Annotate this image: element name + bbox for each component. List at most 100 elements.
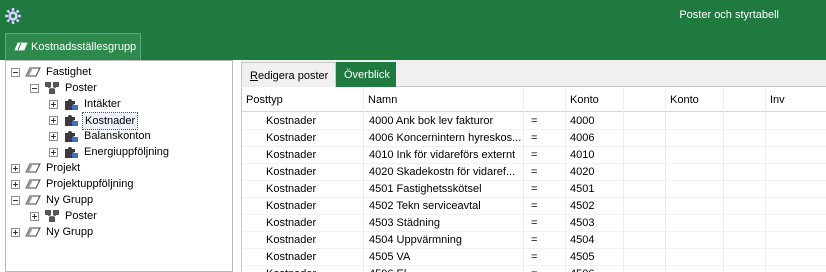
konto-cell: 4504 [570, 234, 595, 246]
operator-cell: = [531, 183, 538, 195]
expand-icon[interactable] [11, 228, 20, 237]
operator-cell: = [531, 217, 538, 229]
table-row[interactable]: Kostnader 4506 El = 4506 [242, 266, 826, 272]
table-row[interactable]: Kostnader 4020 Skadekostn för vidaref... =… [242, 164, 826, 181]
namn-cell: 4506 El [369, 266, 521, 272]
column-header[interactable] [724, 88, 766, 112]
collapse-icon[interactable] [11, 68, 20, 77]
posttyp-cell: Kostnader [266, 132, 317, 144]
eraser-icon [25, 179, 41, 189]
tree-node[interactable]: Poster [6, 208, 232, 224]
tab-redigera-poster[interactable]: Redigera poster [241, 62, 336, 87]
tree-node-label: Poster [65, 210, 97, 222]
collapse-icon[interactable] [30, 84, 39, 93]
operator-cell: = [531, 115, 538, 127]
expand-icon[interactable] [49, 116, 58, 125]
tab-bar: Redigera poster Överblick [241, 60, 826, 87]
expand-icon[interactable] [49, 100, 58, 109]
tree-node-label: Poster [65, 82, 97, 94]
expand-icon[interactable] [49, 132, 58, 141]
namn-cell: 4503 Städning [369, 217, 440, 229]
column-header[interactable]: Posttyp [242, 88, 364, 112]
tree-node[interactable]: Ny Grupp [6, 224, 232, 240]
operator-cell: = [531, 266, 561, 272]
table-row[interactable]: Kostnader 4503 Städning = 4503 [242, 215, 826, 232]
window-title: Poster och styrtabell [679, 9, 779, 21]
tree-node-label: Energiuppföljning [84, 146, 170, 158]
tree-node[interactable]: Balanskonton [6, 128, 232, 144]
tree-node-label: Projektuppföljning [46, 178, 134, 190]
posttyp-cell: Kostnader [266, 200, 317, 212]
posttyp-cell: Kostnader [266, 217, 317, 229]
operator-cell: = [531, 200, 538, 212]
puzzle-icon [65, 99, 78, 110]
tree-node[interactable]: Energiuppföljning [6, 144, 232, 160]
expand-icon[interactable] [11, 180, 20, 189]
tree-node[interactable]: Kostnader [6, 112, 232, 130]
group-tree[interactable]: Fastighet Poster Intäkter Kostnader Balansko… [5, 60, 233, 272]
posttyp-cell: Kostnader [266, 166, 317, 178]
operator-cell: = [531, 149, 538, 161]
konto-cell: 4000 [570, 115, 595, 127]
table-row[interactable]: Kostnader 4501 Fastighetsskötsel = 4501 [242, 181, 826, 198]
gear-icon[interactable] [4, 7, 22, 25]
column-header[interactable]: Konto [666, 88, 724, 112]
table-row[interactable]: Kostnader 4006 Koncernintern hyreskos... =… [242, 130, 826, 147]
posttyp-cell: Kostnader [266, 234, 317, 246]
posttyp-cell: Kostnader [266, 115, 317, 127]
konto-cell: 4505 [570, 251, 595, 263]
collapse-icon[interactable] [11, 196, 20, 205]
expand-icon[interactable] [30, 212, 39, 221]
tree-node[interactable]: Ny Grupp [6, 192, 232, 208]
ribbon-tab-kostnadsstallesgrupp[interactable]: Kostnadsställesgrupp [5, 33, 141, 60]
tab-redigera-poster-hotkey: R [250, 70, 258, 82]
tab-overblick[interactable]: Överblick [336, 62, 396, 87]
konto-cell: 4506 [570, 266, 622, 272]
network-icon [45, 82, 59, 94]
posttyp-cell: Kostnader [266, 251, 317, 263]
tree-node-label: Intäkter [84, 98, 121, 110]
table-row[interactable]: Kostnader 4502 Tekn serviceavtal = 4502 [242, 198, 826, 215]
eraser-icon [14, 42, 28, 51]
column-header[interactable]: Namn [364, 88, 524, 112]
tree-node-label: Projekt [46, 162, 81, 174]
column-header[interactable]: Konto [566, 88, 624, 112]
namn-cell: 4504 Uppvärmning [369, 234, 462, 246]
column-header[interactable] [624, 88, 666, 112]
operator-cell: = [531, 251, 538, 263]
column-header[interactable]: Inv [766, 88, 826, 112]
expand-icon[interactable] [49, 148, 58, 157]
tree-node[interactable]: Poster [6, 80, 232, 96]
tab-redigera-poster-label: edigera poster [257, 70, 329, 82]
table-row[interactable]: Kostnader 4010 Ink för vidareförs externt… [242, 147, 826, 164]
table-row[interactable]: Kostnader 4000 Ank bok lev fakturor = 4000 [242, 113, 826, 130]
table-row[interactable]: Kostnader 4505 VA = 4505 [242, 249, 826, 266]
posttyp-cell: Kostnader [266, 266, 362, 272]
eraser-icon [25, 67, 41, 77]
namn-cell: 4505 VA [369, 251, 411, 263]
tree-node-label: Fastighet [46, 66, 92, 78]
table-header: Posttyp Namn Konto Konto Inv [242, 88, 826, 112]
namn-cell: 4000 Ank bok lev fakturor [369, 115, 494, 127]
tree-node[interactable]: Fastighet [6, 64, 232, 80]
namn-cell: 4010 Ink för vidareförs externt [369, 149, 516, 161]
tree-node[interactable]: Projekt [6, 160, 232, 176]
namn-cell: 4501 Fastighetsskötsel [369, 183, 482, 195]
column-header[interactable] [524, 88, 566, 112]
eraser-icon [25, 195, 41, 205]
overview-table[interactable]: Posttyp Namn Konto Konto Inv Kostnader 4000 A… [241, 88, 826, 272]
operator-cell: = [531, 234, 538, 246]
tree-node-label: Ny Grupp [46, 194, 94, 206]
konto-cell: 4503 [570, 217, 595, 229]
table-row[interactable]: Kostnader 4504 Uppvärmning = 4504 [242, 232, 826, 249]
tree-node[interactable]: Intäkter [6, 96, 232, 112]
tree-node[interactable]: Projektuppföljning [6, 176, 232, 192]
puzzle-icon [65, 115, 78, 126]
posttyp-cell: Kostnader [266, 149, 317, 161]
network-icon [45, 210, 59, 222]
konto-cell: 4010 [570, 149, 595, 161]
konto-cell: 4020 [570, 166, 595, 178]
expand-icon[interactable] [11, 164, 20, 173]
tab-overblick-label: Överblick [344, 69, 390, 81]
namn-cell: 4502 Tekn serviceavtal [369, 200, 481, 212]
